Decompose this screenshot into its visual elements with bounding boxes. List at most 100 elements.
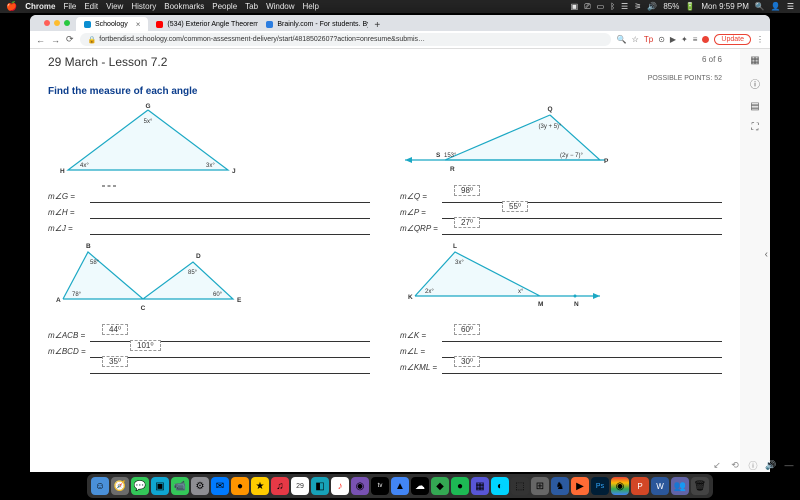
app-icon[interactable]: ⬚ [511,477,529,495]
svg-text:S: S [436,152,441,159]
menu-tab[interactable]: Tab [245,2,258,11]
calculator-icon[interactable]: ▤ [750,101,759,112]
close-tab-icon[interactable]: × [136,20,141,29]
angle-q-input[interactable]: 98⁰ [442,189,722,203]
back-button[interactable]: ← [36,35,45,45]
profile-icon[interactable] [702,36,709,43]
app-icon[interactable]: ▣ [151,477,169,495]
svg-text:J: J [232,168,236,175]
tray-icon[interactable]: ⓘ [746,458,760,472]
word-icon[interactable]: W [651,477,669,495]
app-icon[interactable]: ☁ [411,477,429,495]
app-name[interactable]: Chrome [25,2,55,11]
minimize-window-button[interactable] [54,20,60,26]
control-center-icon[interactable]: ☰ [787,2,794,11]
angle-p-input[interactable]: 55⁰ [442,205,722,219]
angle-dce-input[interactable]: 35⁰ [90,360,370,374]
tray-icon[interactable]: ⟲ [728,458,742,472]
forward-button[interactable]: → [51,35,60,45]
music-icon[interactable]: ♪ [331,477,349,495]
extension-icon[interactable]: ⊙ [658,35,665,44]
settings-icon[interactable]: ⚙ [191,477,209,495]
app-icon[interactable]: ▶ [571,477,589,495]
app-icon[interactable]: ● [231,477,249,495]
finder-icon[interactable]: ☺ [91,477,109,495]
tab-youtube[interactable]: (534) Exterior Angle Theorem × [148,17,258,31]
angle-g-input[interactable] [90,189,370,203]
fullscreen-icon[interactable]: ⛶ [752,122,759,133]
app-icon[interactable]: ◆ [431,477,449,495]
angle-bcd-input[interactable]: 101⁰ [90,344,370,358]
podcast-icon[interactable]: ◉ [351,477,369,495]
app-icon[interactable]: ◐ [491,477,509,495]
appletv-icon[interactable]: tv [371,477,389,495]
app-icon[interactable]: ▲ [391,477,409,495]
volume-icon[interactable]: 🔊 [764,458,778,472]
photoshop-icon[interactable]: Ps [591,477,609,495]
angle-h-input[interactable] [90,205,370,219]
spotify-icon[interactable]: ● [451,477,469,495]
url-field[interactable]: 🔒 fortbendisd.schoology.com/common-asses… [80,33,611,46]
calendar-icon[interactable]: 29 [291,477,309,495]
powerpoint-icon[interactable]: P [631,477,649,495]
angle-qrp-input[interactable]: 27⁰ [442,221,722,235]
tab-title: (534) Exterior Angle Theorem [167,21,258,28]
angle-j-input[interactable] [90,221,370,235]
apple-menu-icon[interactable]: 🍎 [6,1,17,12]
spotlight-icon[interactable]: 🔍 [755,2,765,11]
extension-icon[interactable]: ▶ [670,35,676,44]
app-icon[interactable]: ♫ [271,477,289,495]
network-icon[interactable]: ☰ [621,2,628,11]
app-icon[interactable]: ⊞ [531,477,549,495]
new-tab-button[interactable]: + [368,20,386,31]
puzzle-icon[interactable]: ✦ [681,35,688,44]
tab-schoology[interactable]: Schoology × [76,17,148,31]
menu-window[interactable]: Window [266,2,294,11]
info-icon[interactable]: ⓘ [750,76,760,91]
tray-icon[interactable]: ↙ [710,458,724,472]
angle-l-input[interactable] [442,344,722,358]
angle-kml-input[interactable]: 30⁰ [442,360,722,374]
search-icon[interactable]: 🔍 [617,35,627,44]
bluetooth-icon[interactable]: ᛒ [610,2,615,11]
safari-icon[interactable]: 🧭 [111,477,129,495]
teams-icon[interactable]: 👥 [671,477,689,495]
calendar-icon[interactable]: ▦ [750,55,759,66]
messages-icon[interactable]: 💬 [131,477,149,495]
collapse-sidebar-icon[interactable]: ‹ [765,249,768,260]
app-icon[interactable]: ▦ [471,477,489,495]
facetime-icon[interactable]: 📹 [171,477,189,495]
user-icon[interactable]: 👤 [771,2,781,11]
menu-people[interactable]: People [212,2,237,11]
extension-icon[interactable]: Tp [644,35,653,44]
menu-help[interactable]: Help [303,2,319,11]
svg-text:5x°: 5x° [144,119,153,125]
display-icon[interactable]: ▭ [597,2,605,11]
star-icon[interactable]: ☆ [632,35,639,44]
cast-icon[interactable]: ⎚ [584,2,590,12]
wifi-icon[interactable]: ⚞ [634,2,641,11]
close-window-button[interactable] [44,20,50,26]
tab-brainly[interactable]: Brainly.com - For students. By × [258,17,368,31]
volume-icon[interactable]: 🔊 [647,2,657,11]
screen-record-icon[interactable]: ▣ [571,2,579,11]
reload-button[interactable]: ⟳ [66,34,74,45]
menu-file[interactable]: File [63,2,76,11]
app-icon[interactable]: ★ [251,477,269,495]
menu-edit[interactable]: Edit [84,2,98,11]
menu-view[interactable]: View [106,2,123,11]
angle-k-input[interactable]: 60⁰ [442,328,722,342]
trash-icon[interactable]: 🗑 [691,477,709,495]
menu-bookmarks[interactable]: Bookmarks [164,2,204,11]
update-button[interactable]: Update [714,34,751,45]
menu-icon[interactable]: ⋮ [756,35,764,44]
chrome-icon[interactable]: ◉ [611,477,629,495]
clock[interactable]: Mon 9:59 PM [701,2,749,11]
app-icon[interactable]: ♞ [551,477,569,495]
mail-icon[interactable]: ✉ [211,477,229,495]
extensions-icon[interactable]: ≡ [693,35,698,44]
maximize-window-button[interactable] [64,20,70,26]
menu-history[interactable]: History [131,2,156,11]
tray-icon[interactable]: — [782,458,796,472]
app-icon[interactable]: ◧ [311,477,329,495]
